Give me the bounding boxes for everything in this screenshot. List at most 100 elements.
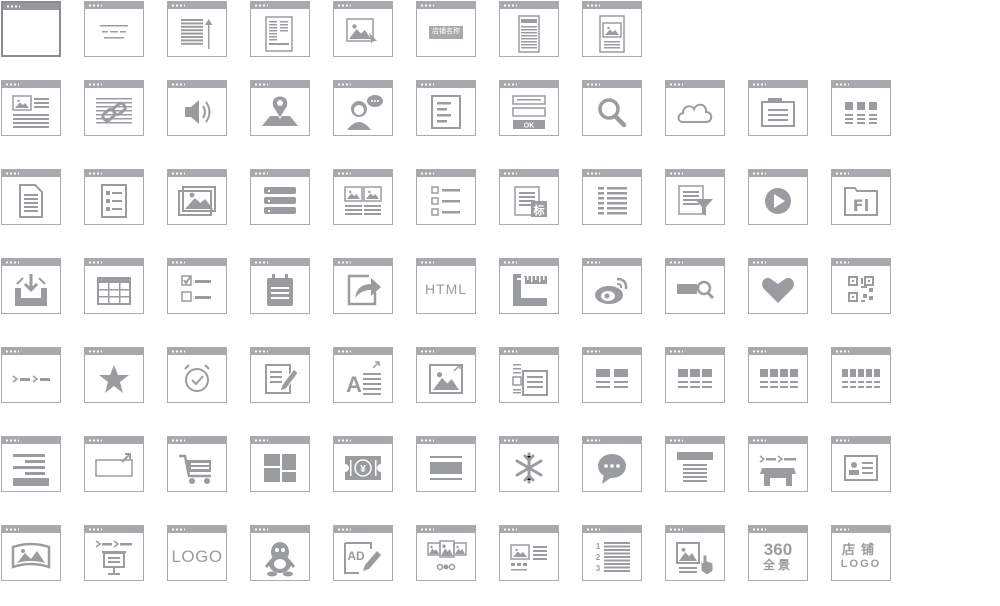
window-dots-icon [586, 439, 600, 442]
widget-stacked-list[interactable] [250, 169, 310, 225]
widget-notepad[interactable] [250, 258, 310, 314]
widget-edit[interactable] [250, 347, 310, 403]
widget-store-front[interactable] [748, 436, 808, 492]
widget-contact-card[interactable] [831, 436, 891, 492]
widget-filter[interactable] [665, 169, 725, 225]
widget-audio[interactable] [167, 80, 227, 136]
window-dots-icon [752, 172, 766, 175]
widget-mosaic[interactable] [250, 436, 310, 492]
widget-indexed-list[interactable] [582, 169, 642, 225]
widget-table[interactable] [84, 258, 144, 314]
window-titlebar [666, 437, 724, 444]
widget-share[interactable] [333, 258, 393, 314]
widget-flash[interactable]: Fl [831, 169, 891, 225]
widget-cloud[interactable] [665, 80, 725, 136]
widget-layout-block[interactable] [1, 436, 61, 492]
divider-line-icon [85, 9, 143, 56]
widget-image-text[interactable] [1, 80, 61, 136]
widget-alarm[interactable] [167, 347, 227, 403]
widget-shopping-cart[interactable] [167, 436, 227, 492]
widget-image-list[interactable] [499, 525, 559, 581]
four-columns-icon [749, 355, 807, 402]
widget-video-play[interactable] [748, 169, 808, 225]
widget-favorite[interactable] [748, 258, 808, 314]
widget-checkbox-list[interactable] [167, 258, 227, 314]
window-dots-icon [503, 172, 517, 175]
widget-page-layout[interactable] [665, 436, 725, 492]
widget-search[interactable] [582, 80, 642, 136]
widget-text-page[interactable] [416, 80, 476, 136]
widget-search-bar[interactable] [665, 258, 725, 314]
widget-image-pointer[interactable] [665, 525, 725, 581]
widget-map-location[interactable] [250, 80, 310, 136]
widget-gallery[interactable] [167, 169, 227, 225]
widget-five-columns[interactable] [831, 347, 891, 403]
widget-text-style[interactable]: A [333, 347, 393, 403]
window-titlebar [500, 526, 558, 533]
window-titlebar [2, 259, 60, 266]
widget-external-link[interactable] [84, 436, 144, 492]
widget-snowflake[interactable] [499, 436, 559, 492]
widget-qq[interactable] [250, 525, 310, 581]
widget-panorama-image[interactable] [1, 525, 61, 581]
panorama-image-icon [2, 533, 60, 580]
widget-ruler[interactable] [499, 258, 559, 314]
widget-coupon[interactable]: ¥ [333, 436, 393, 492]
widget-picture[interactable] [416, 347, 476, 403]
widget-chat-bubble[interactable] [582, 436, 642, 492]
window-titlebar [85, 170, 143, 177]
widget-star[interactable] [84, 347, 144, 403]
widget-panorama-360[interactable]: 360 全景 [748, 525, 808, 581]
window-titlebar [85, 2, 143, 9]
widget-ad-edit[interactable]: AD [333, 525, 393, 581]
widget-image-link[interactable] [333, 1, 393, 57]
widget-slideshow[interactable] [416, 525, 476, 581]
widget-shop-header[interactable]: 店铺名称 [416, 1, 476, 57]
widget-weibo[interactable] [582, 258, 642, 314]
widget-text-scroll[interactable] [167, 1, 227, 57]
widget-document-columns[interactable] [250, 1, 310, 57]
svg-text:Fl: Fl [853, 196, 869, 215]
widget-customer-service[interactable] [333, 80, 393, 136]
widget-document[interactable] [1, 169, 61, 225]
widget-checklist[interactable] [416, 169, 476, 225]
window-titlebar [666, 170, 724, 177]
widget-divider-line[interactable] [84, 1, 144, 57]
widget-html[interactable]: HTML [416, 258, 476, 314]
widget-nav-presentation[interactable] [84, 525, 144, 581]
widget-shop-logo[interactable]: 店铺 LOGO [831, 525, 891, 581]
notepad-icon [251, 266, 309, 313]
form-ok-icon: OK [500, 88, 558, 135]
window-dots-icon [337, 350, 351, 353]
window-dots-icon [669, 83, 683, 86]
window-titlebar [251, 2, 309, 9]
widget-document-list[interactable] [84, 169, 144, 225]
widget-numbered-list[interactable]: 1 2 3 [582, 525, 642, 581]
widget-four-columns[interactable] [748, 347, 808, 403]
widget-image-pair[interactable] [333, 169, 393, 225]
ruler-icon [500, 266, 558, 313]
contact-card-icon [832, 444, 890, 491]
page-layout-icon [666, 444, 724, 491]
widget-form-ok[interactable]: OK [499, 80, 559, 136]
widget-article-list[interactable] [499, 1, 559, 57]
window-titlebar [417, 81, 475, 88]
widget-title-badge[interactable]: 标 [499, 169, 559, 225]
window-dots-icon [88, 4, 102, 7]
widget-logo[interactable]: LOGO [167, 525, 227, 581]
widget-banner[interactable] [416, 436, 476, 492]
widget-grid-menu[interactable] [831, 80, 891, 136]
share-icon [334, 266, 392, 313]
widget-inbox-download[interactable] [1, 258, 61, 314]
widget-link[interactable] [84, 80, 144, 136]
widget-two-columns[interactable] [582, 347, 642, 403]
widget-blank-window[interactable] [1, 1, 61, 57]
widget-qr-code[interactable] [831, 258, 891, 314]
widget-article-image[interactable] [582, 1, 642, 57]
widget-three-columns[interactable] [665, 347, 725, 403]
widget-tabs-window[interactable] [748, 80, 808, 136]
window-titlebar [417, 437, 475, 444]
window-titlebar [832, 259, 890, 266]
widget-image-article[interactable] [499, 347, 559, 403]
widget-navigation[interactable] [1, 347, 61, 403]
